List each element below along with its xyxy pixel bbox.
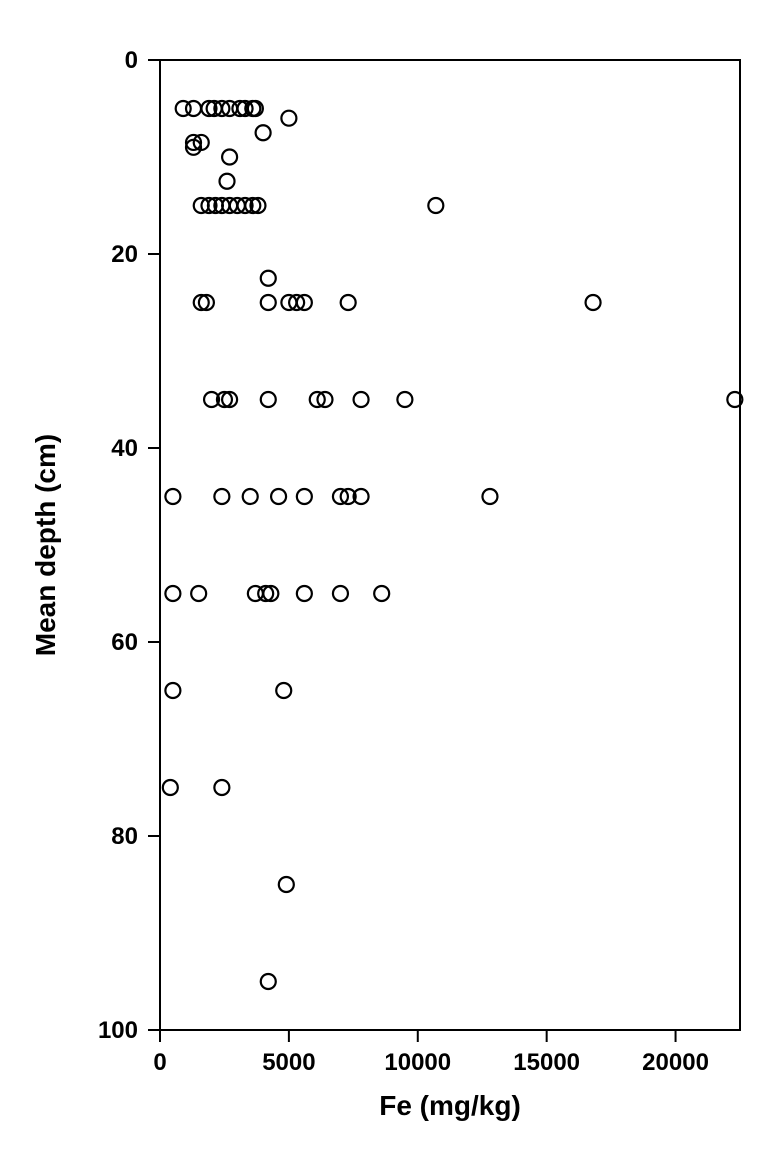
data-point (222, 150, 237, 165)
x-tick-label: 15000 (513, 1049, 580, 1076)
data-point (482, 489, 497, 504)
data-point (276, 683, 291, 698)
y-tick-label: 40 (111, 435, 138, 462)
data-point (341, 295, 356, 310)
data-point (261, 392, 276, 407)
data-point (279, 877, 294, 892)
data-point (165, 489, 180, 504)
x-axis-label: Fe (mg/kg) (379, 1090, 521, 1121)
data-point (165, 586, 180, 601)
data-point (163, 780, 178, 795)
data-point (256, 125, 271, 140)
data-point (297, 586, 312, 601)
x-tick-label: 5000 (262, 1049, 315, 1076)
data-point (243, 489, 258, 504)
plot-frame (160, 60, 740, 1030)
data-point (397, 392, 412, 407)
data-point (191, 586, 206, 601)
x-tick-label: 0 (153, 1049, 166, 1076)
y-tick-label: 20 (111, 241, 138, 268)
data-point (374, 586, 389, 601)
data-point (354, 392, 369, 407)
x-tick-label: 10000 (384, 1049, 451, 1076)
data-point (261, 271, 276, 286)
data-point (214, 780, 229, 795)
data-point (586, 295, 601, 310)
data-point (220, 174, 235, 189)
data-point (333, 586, 348, 601)
y-tick-label: 80 (111, 823, 138, 850)
y-tick-label: 0 (125, 47, 138, 74)
x-tick-label: 20000 (642, 1049, 709, 1076)
data-point (165, 683, 180, 698)
data-point (186, 101, 201, 116)
data-point (261, 295, 276, 310)
data-point (297, 489, 312, 504)
data-point (271, 489, 286, 504)
data-point (428, 198, 443, 213)
y-tick-label: 60 (111, 629, 138, 656)
chart-svg: 0 5000 10000 15000 20000 0 20 40 60 80 100 Fe (mg/k… (0, 0, 768, 1152)
scatter-chart: 0 5000 10000 15000 20000 0 20 40 60 80 100 Fe (mg/k… (0, 0, 768, 1152)
data-point (261, 974, 276, 989)
data-point (214, 489, 229, 504)
data-point (281, 111, 296, 126)
y-tick-label: 100 (98, 1017, 138, 1044)
y-axis-label: Mean depth (cm) (30, 434, 61, 656)
